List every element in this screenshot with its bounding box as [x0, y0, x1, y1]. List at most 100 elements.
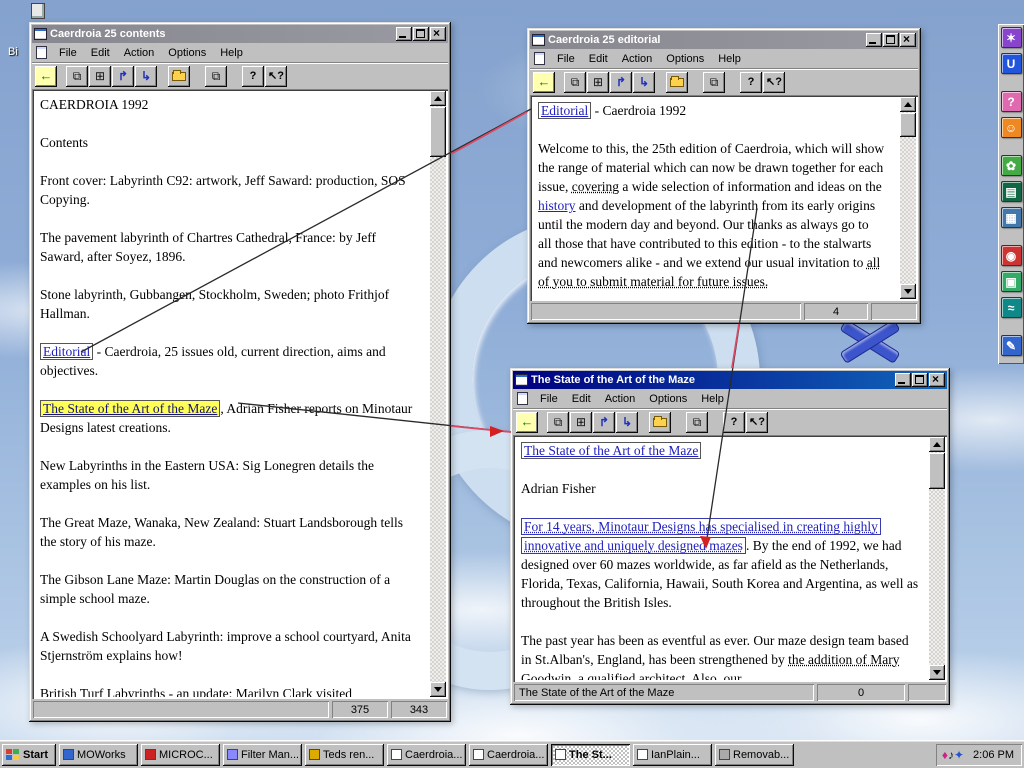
- back-icon[interactable]: ←: [35, 65, 57, 87]
- menu-edit[interactable]: Edit: [566, 392, 597, 406]
- close-button[interactable]: ×: [430, 27, 446, 41]
- scroll-up-button[interactable]: [900, 97, 916, 112]
- link-text[interactable]: The State of the Art of the Maze: [521, 442, 702, 459]
- copy-document-icon[interactable]: ⧉: [66, 65, 88, 87]
- launcher-university-icon[interactable]: U: [1000, 53, 1022, 74]
- maximize-button[interactable]: [413, 27, 429, 41]
- scroll-down-button[interactable]: [430, 682, 446, 697]
- context-help-icon[interactable]: ↖?: [746, 411, 768, 433]
- close-button[interactable]: ×: [929, 373, 945, 387]
- menu-options[interactable]: Options: [162, 46, 212, 60]
- open-folder-icon[interactable]: [649, 411, 671, 433]
- open-folder-icon[interactable]: [168, 65, 190, 87]
- scroll-up-button[interactable]: [430, 91, 446, 106]
- help-icon[interactable]: ?: [723, 411, 745, 433]
- launcher-grid-icon[interactable]: ▣: [1000, 271, 1022, 292]
- menu-action[interactable]: Action: [118, 46, 161, 60]
- link-text[interactable]: The State of the Art of the Maze: [40, 400, 221, 417]
- context-help-icon[interactable]: ↖?: [265, 65, 287, 87]
- follow-link-icon[interactable]: ↱: [610, 71, 632, 93]
- minimize-button[interactable]: [895, 373, 911, 387]
- task-filter-manager[interactable]: Filter Man...: [223, 743, 302, 766]
- launcher-palette-icon[interactable]: ✶: [1000, 27, 1022, 48]
- copy-document-icon[interactable]: ⧉: [547, 411, 569, 433]
- menu-help[interactable]: Help: [712, 52, 747, 66]
- scrollbar-thumb[interactable]: [929, 453, 945, 489]
- task-button-icon: [227, 749, 238, 760]
- paragraph: The State of the Art of the Maze: [521, 441, 920, 460]
- launcher-help-icon[interactable]: ?: [1000, 91, 1022, 112]
- task-caerdroia-2[interactable]: Caerdroia...: [469, 743, 548, 766]
- copy-all-icon[interactable]: ⊞: [587, 71, 609, 93]
- scroll-up-button[interactable]: [929, 437, 945, 452]
- task-moworks[interactable]: MOWorks: [59, 743, 138, 766]
- task-caerdroia-1[interactable]: Caerdroia...: [387, 743, 466, 766]
- titlebar[interactable]: The State of the Art of the Maze ×: [513, 371, 947, 389]
- make-link-icon[interactable]: ↳: [616, 411, 638, 433]
- copy-page-icon[interactable]: ⧉: [205, 65, 227, 87]
- menu-file[interactable]: File: [53, 46, 83, 60]
- launcher-book-icon[interactable]: ▤: [1000, 181, 1022, 202]
- task-teds[interactable]: Teds ren...: [305, 743, 384, 766]
- close-button[interactable]: ×: [900, 33, 916, 47]
- back-icon[interactable]: ←: [533, 71, 555, 93]
- copy-document-icon[interactable]: ⧉: [564, 71, 586, 93]
- scroll-down-button[interactable]: [900, 284, 916, 299]
- scrollbar-thumb[interactable]: [430, 107, 446, 157]
- menu-help[interactable]: Help: [695, 392, 730, 406]
- back-icon[interactable]: ←: [516, 411, 538, 433]
- minimize-button[interactable]: [396, 27, 412, 41]
- scrollbar-thumb[interactable]: [900, 113, 916, 137]
- menu-action[interactable]: Action: [616, 52, 659, 66]
- link-text[interactable]: covering: [572, 179, 619, 194]
- minimize-button[interactable]: [866, 33, 882, 47]
- menu-help[interactable]: Help: [214, 46, 249, 60]
- follow-link-icon[interactable]: ↱: [593, 411, 615, 433]
- launcher-flower-icon[interactable]: ✿: [1000, 155, 1022, 176]
- task-ianplain[interactable]: IanPlain...: [633, 743, 712, 766]
- menu-edit[interactable]: Edit: [583, 52, 614, 66]
- tray-display-icon[interactable]: ✦: [954, 748, 964, 762]
- open-folder-icon[interactable]: [666, 71, 688, 93]
- desktop-icon-partial[interactable]: [31, 3, 45, 19]
- document-icon: [532, 34, 545, 46]
- copy-all-icon[interactable]: ⊞: [570, 411, 592, 433]
- copy-all-icon[interactable]: ⊞: [89, 65, 111, 87]
- maximize-button[interactable]: [912, 373, 928, 387]
- menu-edit[interactable]: Edit: [85, 46, 116, 60]
- task-microcosm[interactable]: MICROC...: [141, 743, 220, 766]
- context-help-icon[interactable]: ↖?: [763, 71, 785, 93]
- start-button[interactable]: Start: [2, 743, 56, 766]
- launcher-user-icon[interactable]: ☺: [1000, 117, 1022, 138]
- launcher-docs-icon[interactable]: ▦: [1000, 207, 1022, 228]
- vertical-scrollbar[interactable]: [929, 437, 945, 680]
- link-text[interactable]: history: [538, 198, 576, 213]
- link-text[interactable]: Editorial: [40, 343, 94, 360]
- vertical-scrollbar[interactable]: [430, 91, 446, 697]
- help-icon[interactable]: ?: [740, 71, 762, 93]
- link-text[interactable]: Editorial: [538, 102, 592, 119]
- copy-page-icon[interactable]: ⧉: [686, 411, 708, 433]
- copy-page-icon[interactable]: ⧉: [703, 71, 725, 93]
- make-link-icon[interactable]: ↳: [135, 65, 157, 87]
- task-removable[interactable]: Removab...: [715, 743, 794, 766]
- menu-file[interactable]: File: [534, 392, 564, 406]
- launcher-pen-icon[interactable]: ✎: [1000, 335, 1022, 356]
- make-link-icon[interactable]: ↳: [633, 71, 655, 93]
- vertical-scrollbar[interactable]: [900, 97, 916, 299]
- launcher-wave-icon[interactable]: ≈: [1000, 297, 1022, 318]
- maximize-button[interactable]: [883, 33, 899, 47]
- menu-file[interactable]: File: [551, 52, 581, 66]
- titlebar[interactable]: Caerdroia 25 editorial ×: [530, 31, 918, 49]
- task-the-state[interactable]: The St...: [551, 743, 630, 766]
- scroll-down-button[interactable]: [929, 665, 945, 680]
- menu-action[interactable]: Action: [599, 392, 642, 406]
- launcher-target-icon[interactable]: ◉: [1000, 245, 1022, 266]
- body-text: and development of the labyrinth from it…: [538, 198, 876, 270]
- menu-options[interactable]: Options: [660, 52, 710, 66]
- help-icon[interactable]: ?: [242, 65, 264, 87]
- menu-options[interactable]: Options: [643, 392, 693, 406]
- window-title: Caerdroia 25 editorial: [548, 34, 661, 46]
- follow-link-icon[interactable]: ↱: [112, 65, 134, 87]
- titlebar[interactable]: Caerdroia 25 contents ×: [32, 25, 448, 43]
